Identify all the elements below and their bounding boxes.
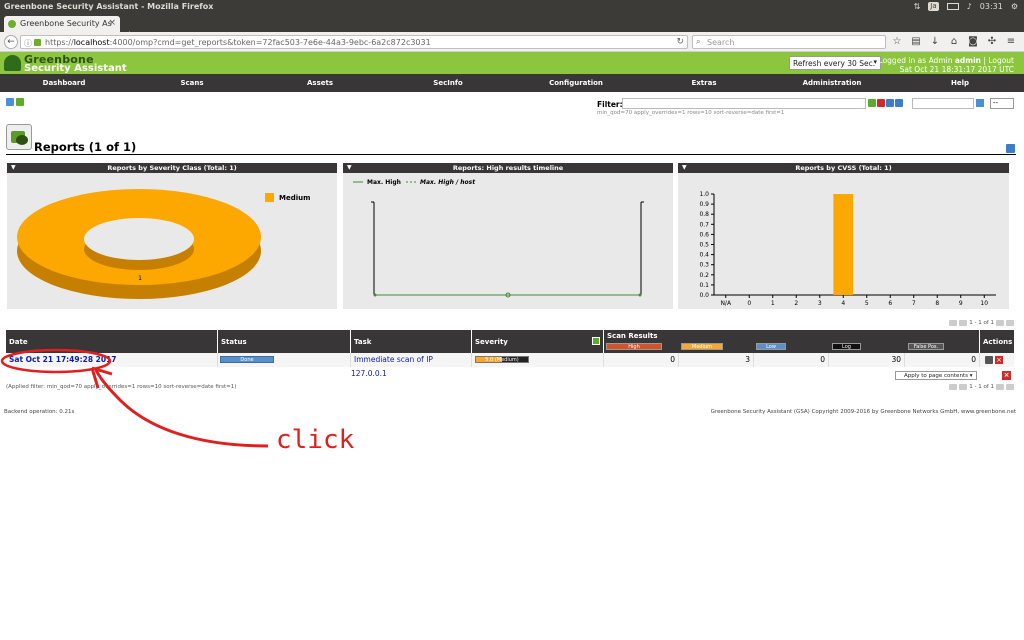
annotation-overlay xyxy=(0,348,269,448)
annotation-arrow xyxy=(94,369,269,448)
annotation-label: click xyxy=(276,425,355,455)
